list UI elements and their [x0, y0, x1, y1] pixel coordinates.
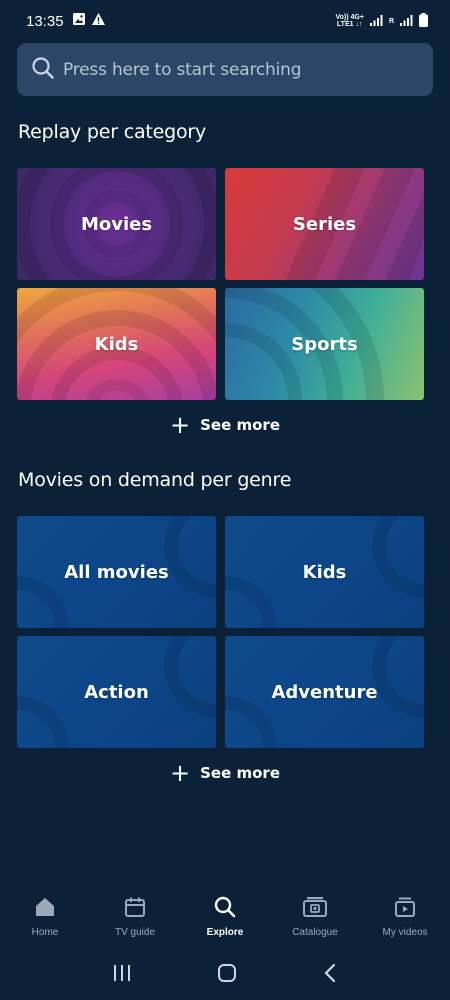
search-bar[interactable]: Press here to start searching	[17, 43, 433, 96]
status-bar: 13:35 Vo)) 4G+ LTE1 ↓↑ R	[0, 0, 450, 42]
sim-label: R	[388, 17, 394, 25]
tile-genre-all-movies[interactable]: All movies	[17, 516, 216, 628]
calendar-icon	[123, 895, 147, 923]
signal-icon-2	[400, 14, 413, 28]
tile-genre-adventure[interactable]: Adventure	[225, 636, 424, 748]
see-more-label: See more	[200, 416, 280, 434]
recent-apps-button[interactable]	[113, 964, 131, 986]
tile-replay-movies[interactable]: Movies	[17, 168, 216, 280]
tile-replay-series[interactable]: Series	[225, 168, 424, 280]
nav-my-videos[interactable]: My videos	[360, 895, 450, 938]
search-icon	[213, 895, 237, 923]
battery-icon	[419, 13, 428, 29]
nav-home[interactable]: Home	[0, 895, 90, 938]
replay-see-more-button[interactable]: + See more	[0, 411, 450, 439]
tile-label: Sports	[291, 333, 358, 355]
signal-icon	[369, 14, 383, 28]
search-placeholder: Press here to start searching	[63, 59, 302, 80]
see-more-label: See more	[200, 764, 280, 782]
status-time: 13:35	[26, 12, 64, 30]
network-top-label: Vo)) 4G+	[335, 14, 364, 21]
plus-icon: +	[170, 759, 191, 787]
search-icon	[31, 56, 55, 84]
tile-label: Movies	[80, 213, 153, 235]
my-videos-icon	[393, 895, 417, 923]
tile-genre-action[interactable]: Action	[17, 636, 216, 748]
nav-label: Catalogue	[292, 927, 338, 938]
nav-label: My videos	[382, 927, 428, 938]
tile-label: All movies	[64, 561, 169, 583]
tile-label: Action	[84, 681, 149, 703]
nav-label: Home	[31, 927, 59, 938]
home-button[interactable]	[217, 963, 237, 987]
image-icon	[72, 12, 86, 30]
tile-label: Series	[292, 213, 357, 235]
catalogue-icon	[302, 895, 328, 923]
back-button[interactable]	[323, 963, 337, 987]
nav-explore[interactable]: Explore	[180, 895, 270, 938]
bottom-navigation: Home TV guide Explore Catalogue My video…	[0, 895, 450, 950]
tile-replay-kids[interactable]: Kids	[17, 288, 216, 400]
home-icon	[33, 895, 57, 923]
genre-see-more-button[interactable]: + See more	[0, 759, 450, 787]
tile-genre-kids[interactable]: Kids	[225, 516, 424, 628]
nav-label: TV guide	[114, 927, 156, 938]
replay-section-title: Replay per category	[18, 121, 207, 143]
sim-indicator: R	[389, 18, 394, 25]
tile-label: Kids	[302, 561, 347, 583]
nav-label: Explore	[206, 927, 244, 938]
tile-label: Kids	[94, 333, 139, 355]
nav-catalogue[interactable]: Catalogue	[270, 895, 360, 938]
network-bottom-label: LTE1 ↓↑	[336, 21, 363, 28]
plus-icon: +	[170, 411, 191, 439]
tile-replay-sports[interactable]: Sports	[225, 288, 424, 400]
nav-tv-guide[interactable]: TV guide	[90, 895, 180, 938]
tile-label: Adventure	[271, 681, 378, 703]
genre-section-title: Movies on demand per genre	[18, 469, 292, 491]
system-navigation	[0, 950, 450, 1000]
alert-icon	[91, 12, 106, 30]
network-indicator: Vo)) 4G+ LTE1 ↓↑	[335, 14, 363, 28]
